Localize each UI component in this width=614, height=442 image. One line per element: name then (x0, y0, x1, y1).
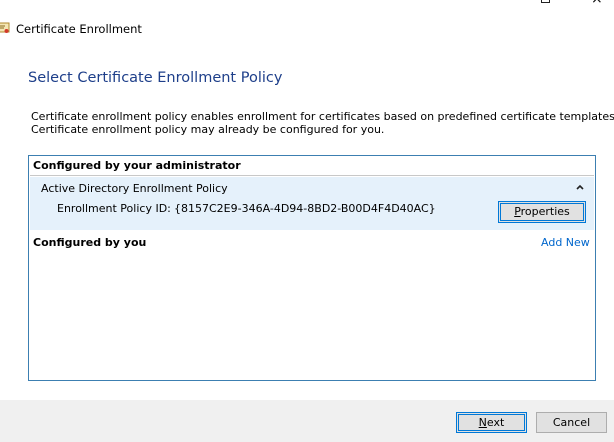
policy-id-value: {8157C2E9-346A-4D94-8BD2-B00D4F4D40AC} (174, 202, 436, 215)
certificate-icon (0, 22, 10, 33)
policy-id-label: Enrollment Policy ID: (57, 202, 171, 215)
maximize-icon[interactable] (541, 0, 550, 3)
window-title: Certificate Enrollment (16, 22, 142, 36)
cancel-button[interactable]: Cancel (536, 412, 607, 433)
description-line-1: Certificate enrollment policy enables en… (31, 110, 614, 123)
properties-button[interactable]: Properties (498, 201, 586, 223)
add-new-link[interactable]: Add New (541, 236, 590, 249)
page-title: Select Certificate Enrollment Policy (28, 70, 283, 86)
close-icon[interactable]: × (591, 0, 603, 6)
section-divider (30, 175, 594, 176)
policy-name: Active Directory Enrollment Policy (41, 182, 228, 195)
user-section-header: Configured by you (33, 236, 147, 249)
admin-section-header: Configured by your administrator (33, 159, 241, 172)
description-line-2: Certificate enrollment policy may alread… (31, 123, 385, 136)
next-button[interactable]: Next (456, 412, 527, 433)
chevron-up-icon[interactable] (575, 182, 585, 192)
